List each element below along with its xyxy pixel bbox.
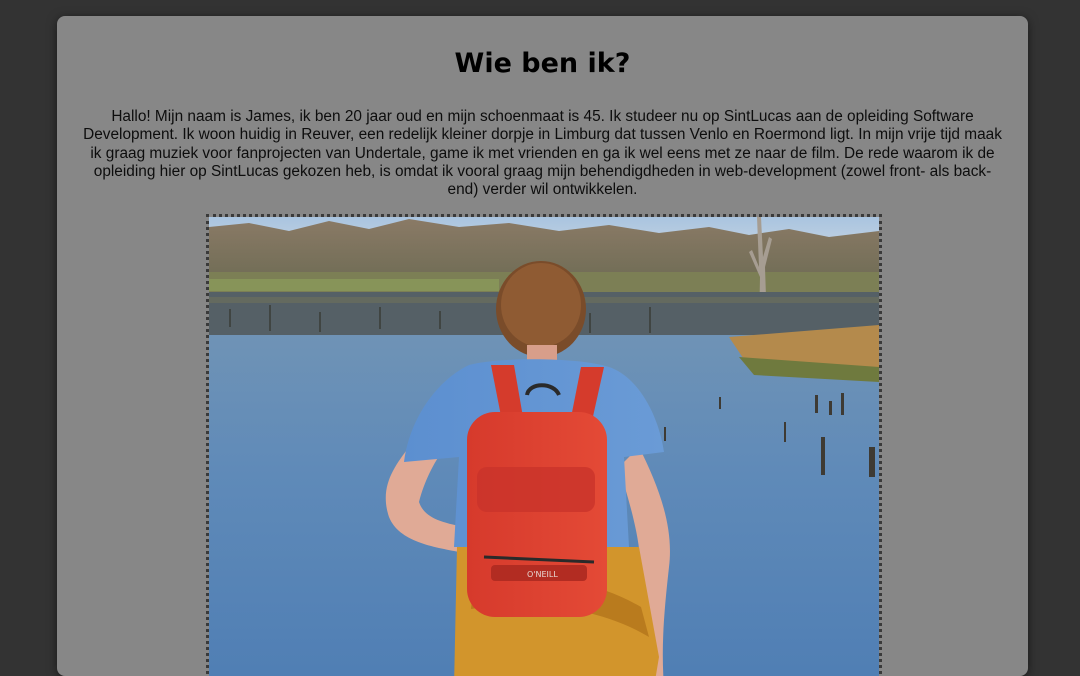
intro-paragraph: Hallo! Mijn naam is James, ik ben 20 jaa… xyxy=(83,108,1002,199)
backpack xyxy=(467,412,607,617)
page-title: Wie ben ik? xyxy=(454,48,631,79)
backpack-brand-label: O'NEILL xyxy=(527,570,558,579)
lake-photo-illustration: O'NEILL xyxy=(209,217,879,676)
profile-photo: O'NEILL xyxy=(206,214,882,676)
about-card: Wie ben ik? Hallo! Mijn naam is James, i… xyxy=(57,16,1028,676)
